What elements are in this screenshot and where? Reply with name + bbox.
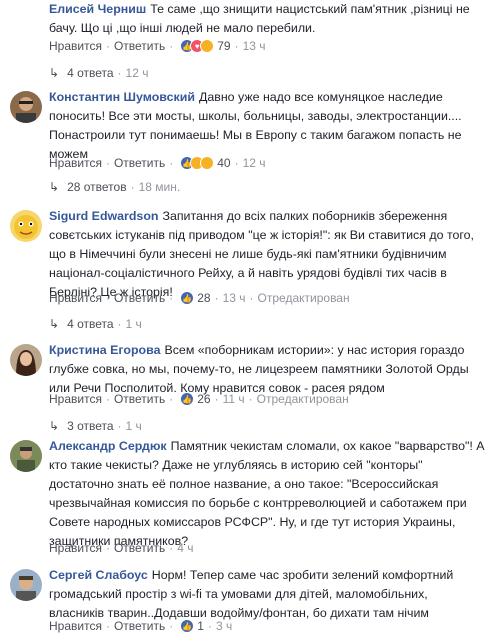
comment-time[interactable]: 11 ч: [223, 392, 245, 406]
comment-time[interactable]: 4 ч: [177, 541, 193, 555]
reply-arrow-icon: ↳: [49, 180, 60, 194]
comment-actions: Нравится · Ответить · 👍 40 · 12 ч: [49, 156, 266, 170]
comment-body: Александр Сердюк Памятник чекистам сломал…: [49, 437, 485, 551]
comment-actions: Нравится · Ответить · 👍 1 · 3 ч: [49, 619, 233, 633]
like-link[interactable]: Нравится: [49, 619, 102, 633]
comment-author[interactable]: Кристина Егорова: [49, 343, 160, 357]
reply-arrow-icon: ↳: [49, 317, 60, 331]
comment-time[interactable]: 12 ч: [243, 156, 266, 170]
reply-arrow-icon: ↳: [49, 66, 60, 80]
reply-link[interactable]: Ответить: [114, 39, 165, 53]
comment-body: Константин Шумовский Давно уже надо все к…: [49, 88, 485, 164]
comment-author[interactable]: Константин Шумовский: [49, 90, 195, 104]
edited-label[interactable]: Отредактирован: [258, 291, 350, 305]
replies-link[interactable]: ↳ 28 ответов · 18 мин.: [49, 180, 180, 194]
comment-text: Памятник чекистам сломали, ох какое "вар…: [49, 439, 485, 548]
wow-reaction-icon: [200, 156, 215, 170]
avatar[interactable]: [10, 440, 42, 472]
reply-arrow-icon: ↳: [49, 419, 60, 433]
replies-count[interactable]: 4 ответа: [67, 317, 113, 331]
comment-author[interactable]: Александр Сердюк: [49, 439, 167, 453]
comment-time[interactable]: 13 ч: [223, 291, 246, 305]
comment-body: Елисей Черниш Те саме ,що знищити нацистс…: [49, 0, 485, 38]
avatar[interactable]: [10, 91, 42, 123]
avatar[interactable]: [10, 569, 42, 601]
comment-author[interactable]: Сергей Слабоус: [49, 568, 148, 582]
edited-label[interactable]: Отредактирован: [257, 392, 349, 406]
reply-link[interactable]: Ответить: [114, 156, 165, 170]
replies-time: 1 ч: [125, 419, 142, 433]
like-link[interactable]: Нравится: [49, 39, 102, 53]
reply-link[interactable]: Ответить: [114, 392, 165, 406]
reactions-count[interactable]: 28: [197, 291, 210, 305]
reply-link[interactable]: Ответить: [114, 619, 165, 633]
replies-link[interactable]: ↳ 4 ответа · 1 ч: [49, 317, 142, 331]
like-reaction-icon: 👍: [180, 392, 195, 406]
comment-actions: Нравится · Ответить · 👍 28 · 13 ч · Отредакт…: [49, 291, 350, 305]
replies-link[interactable]: ↳ 3 ответа · 1 ч: [49, 419, 142, 433]
replies-link[interactable]: ↳ 4 ответа · 12 ч: [49, 66, 148, 80]
comment-actions: Нравится · Ответить · 👍 ♥ 79 · 13 ч: [49, 39, 266, 53]
avatar[interactable]: [10, 344, 42, 376]
reactions[interactable]: 👍: [180, 291, 195, 305]
like-reaction-icon: 👍: [180, 291, 195, 305]
replies-count[interactable]: 28 ответов: [67, 180, 127, 194]
wow-reaction-icon: [200, 39, 215, 53]
like-link[interactable]: Нравится: [49, 291, 102, 305]
reply-link[interactable]: Ответить: [114, 541, 165, 555]
comment-body: Sigurd Edwardson Запитання до всіх палких…: [49, 207, 485, 302]
reactions[interactable]: 👍: [180, 156, 215, 170]
reactions-count[interactable]: 26: [197, 392, 210, 406]
replies-time: 1 ч: [125, 317, 142, 331]
reactions-count[interactable]: 79: [217, 39, 230, 53]
comment-author[interactable]: Елисей Черниш: [49, 2, 146, 16]
comment-time[interactable]: 13 ч: [243, 39, 266, 53]
comment-body: Кристина Егорова Всем «поборникам истории…: [49, 341, 485, 398]
replies-count[interactable]: 3 ответа: [67, 419, 113, 433]
reactions-count[interactable]: 1: [197, 619, 204, 633]
comment-author[interactable]: Sigurd Edwardson: [49, 209, 158, 223]
avatar[interactable]: [10, 210, 42, 242]
comment-time[interactable]: 3 ч: [216, 619, 232, 633]
like-reaction-icon: 👍: [180, 619, 195, 633]
like-link[interactable]: Нравится: [49, 392, 102, 406]
reply-link[interactable]: Ответить: [114, 291, 165, 305]
comment-actions: Нравится · Ответить · 4 ч: [49, 541, 194, 555]
replies-time: 12 ч: [125, 66, 149, 80]
reactions[interactable]: 👍: [180, 392, 195, 406]
like-link[interactable]: Нравится: [49, 156, 102, 170]
reactions[interactable]: 👍: [180, 619, 195, 633]
reactions-count[interactable]: 40: [217, 156, 230, 170]
comment-actions: Нравится · Ответить · 👍 26 · 11 ч · Отредакт…: [49, 392, 349, 406]
comment-body: Сергей Слабоус Норм! Тепер саме час зроби…: [49, 566, 485, 623]
replies-count[interactable]: 4 ответа: [67, 66, 113, 80]
like-link[interactable]: Нравится: [49, 541, 102, 555]
replies-time: 18 мин.: [138, 180, 181, 194]
reactions[interactable]: 👍 ♥: [180, 39, 215, 53]
